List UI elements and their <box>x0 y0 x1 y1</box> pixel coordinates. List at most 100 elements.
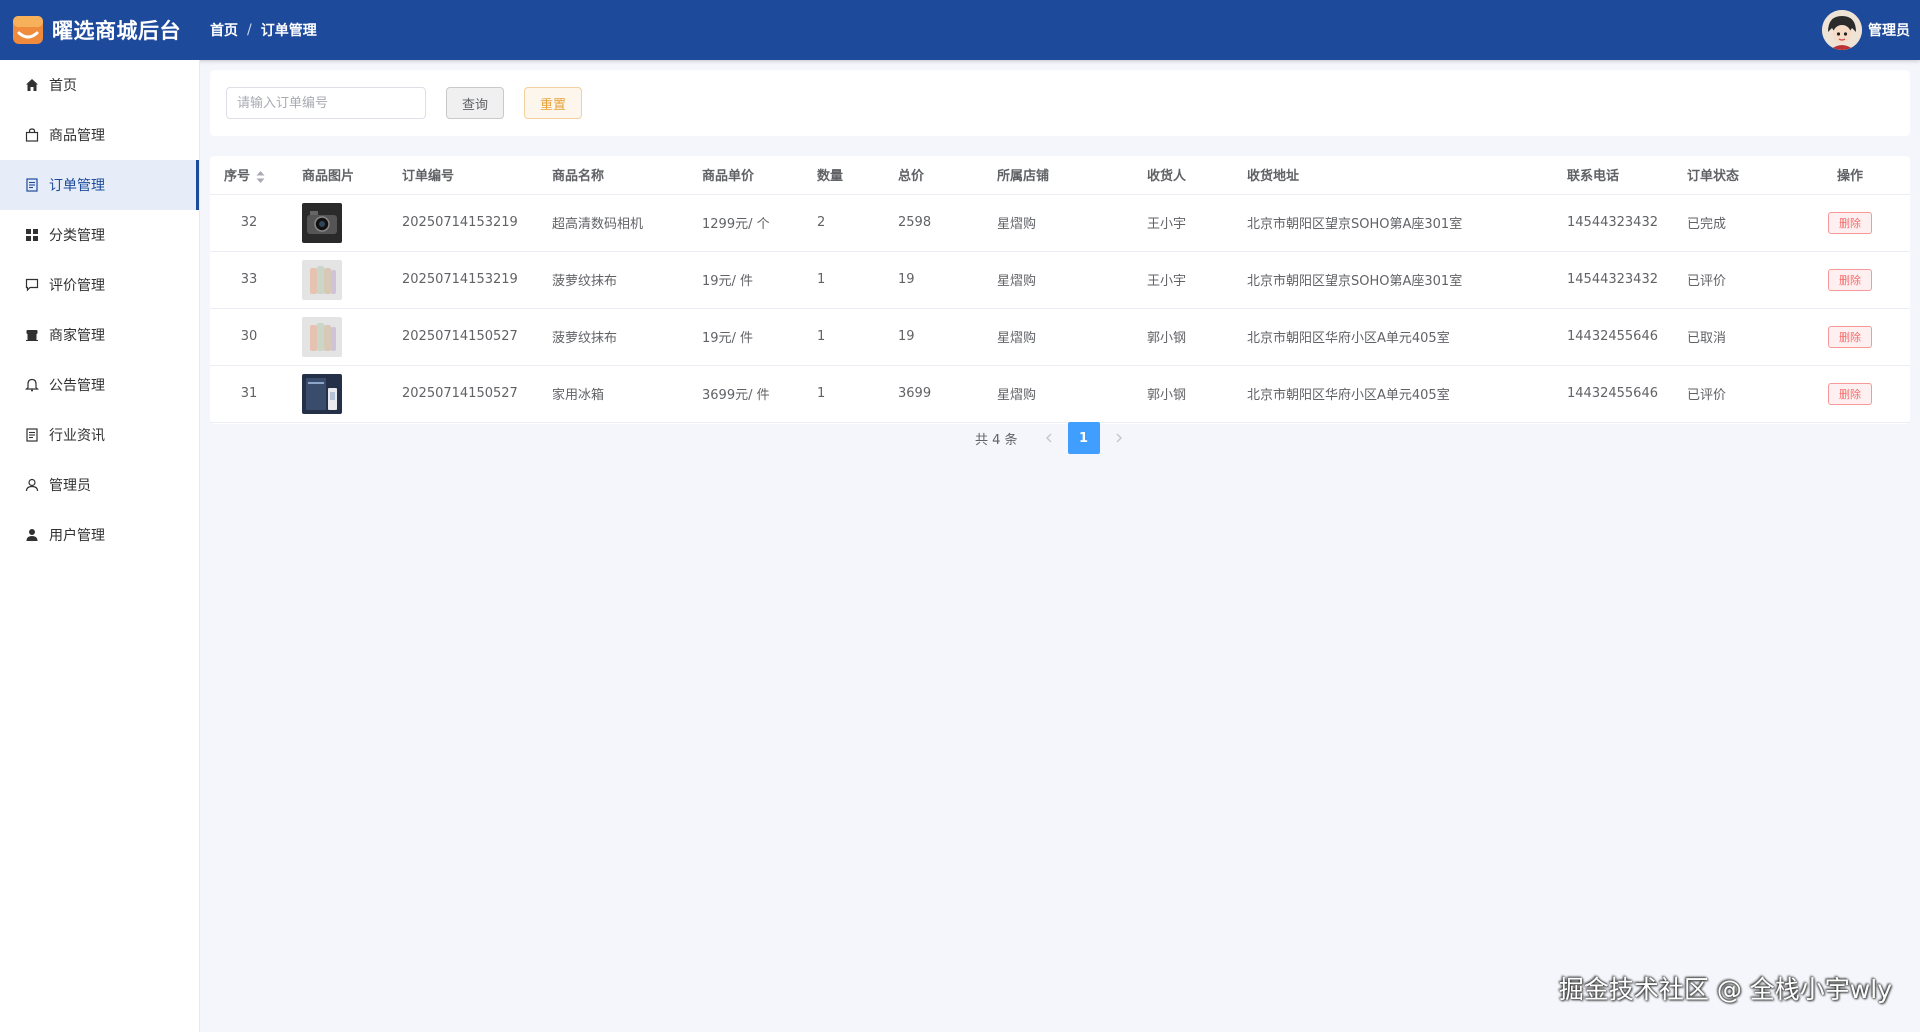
user-outline-icon <box>24 477 40 493</box>
sidebar-item-goods[interactable]: 商品管理 <box>0 110 199 160</box>
cell-status: 已取消 <box>1673 308 1790 366</box>
user-filled-icon <box>24 527 40 543</box>
cell-order-no: 20250714150527 <box>388 308 538 366</box>
column-header-action: 操作 <box>1790 156 1910 195</box>
cell-unit-price: 1299元/ 个 <box>688 194 803 252</box>
sidebar-item-orders[interactable]: 订单管理 <box>0 160 199 210</box>
cell-index: 33 <box>210 251 288 309</box>
cell-name: 菠萝纹抹布 <box>538 251 688 309</box>
cell-total: 19 <box>878 251 983 309</box>
watermark: 掘金技术社区 @ 全栈小宇wly <box>1558 975 1892 1004</box>
breadcrumb-separator: / <box>247 22 252 38</box>
cell-action: 删除 <box>1790 308 1910 366</box>
document-icon <box>24 427 40 443</box>
query-button[interactable]: 查询 <box>446 87 505 119</box>
next-page-chevron-right-icon[interactable] <box>1104 422 1134 454</box>
column-header-index[interactable]: 序号 <box>210 156 288 195</box>
grid-icon <box>24 227 40 243</box>
table-header-row: 序号 商品图片 订单编号 商品名称 商品单价 数量 总价 所属店铺 收货人 收货… <box>210 156 1910 195</box>
cell-total: 19 <box>878 308 983 366</box>
cell-image <box>288 308 388 366</box>
cell-receiver: 郭小钢 <box>1133 308 1233 366</box>
cell-order-no: 20250714150527 <box>388 365 538 423</box>
cell-receiver: 王小宇 <box>1133 194 1233 252</box>
sidebar-item-notices[interactable]: 公告管理 <box>0 360 199 410</box>
user-menu[interactable]: 管理员 <box>1822 0 1910 60</box>
cell-status: 已评价 <box>1673 365 1790 423</box>
cell-index: 30 <box>210 308 288 366</box>
cell-phone: 14544323432 <box>1553 194 1673 252</box>
table-row: 32 20250714153219 超高清数码相机 1299元/ 个 2 259… <box>210 194 1910 252</box>
sidebar-item-label: 行业资讯 <box>49 428 105 444</box>
fridge-thumbnail[interactable] <box>302 373 342 414</box>
column-header-address: 收货地址 <box>1233 156 1553 195</box>
camera-thumbnail[interactable] <box>302 202 342 243</box>
sidebar-item-categories[interactable]: 分类管理 <box>0 210 199 260</box>
shop-logo-icon <box>10 12 46 48</box>
user-name: 管理员 <box>1868 23 1910 39</box>
orders-table-card: 序号 商品图片 订单编号 商品名称 商品单价 数量 总价 所属店铺 收货人 收货… <box>210 156 1910 424</box>
cell-qty: 1 <box>803 308 878 366</box>
sidebar-item-label: 商品管理 <box>49 128 105 144</box>
cell-store: 星熠购 <box>983 365 1133 423</box>
towel-thumbnail[interactable] <box>302 259 342 300</box>
sidebar-item-news[interactable]: 行业资讯 <box>0 410 199 460</box>
delete-button[interactable]: 删除 <box>1828 211 1872 234</box>
page-number-button[interactable]: 1 <box>1067 422 1100 454</box>
sidebar-item-label: 管理员 <box>49 478 91 494</box>
order-number-search-input[interactable] <box>226 87 426 119</box>
shop-icon <box>24 327 40 343</box>
cell-store: 星熠购 <box>983 251 1133 309</box>
sidebar-item-admins[interactable]: 管理员 <box>0 460 199 510</box>
cell-name: 家用冰箱 <box>538 365 688 423</box>
sidebar-item-label: 评价管理 <box>49 278 105 294</box>
cell-action: 删除 <box>1790 365 1910 423</box>
sidebar-item-reviews[interactable]: 评价管理 <box>0 260 199 310</box>
cell-image <box>288 251 388 309</box>
cell-store: 星熠购 <box>983 308 1133 366</box>
cell-address: 北京市朝阳区华府小区A单元405室 <box>1233 365 1553 423</box>
sidebar-item-label: 商家管理 <box>49 328 105 344</box>
sidebar-item-users[interactable]: 用户管理 <box>0 510 199 560</box>
cell-order-no: 20250714153219 <box>388 251 538 309</box>
prev-page-chevron-left-icon[interactable] <box>1034 422 1064 454</box>
cell-unit-price: 19元/ 件 <box>688 308 803 366</box>
delete-button[interactable]: 删除 <box>1828 382 1872 405</box>
cell-action: 删除 <box>1790 251 1910 309</box>
bell-icon <box>24 377 40 393</box>
app-title: 曜选商城后台 <box>52 19 181 43</box>
sidebar-item-label: 公告管理 <box>49 378 105 394</box>
reset-button[interactable]: 重置 <box>524 87 583 119</box>
cell-index: 32 <box>210 194 288 252</box>
column-header-qty: 数量 <box>803 156 878 195</box>
delete-button[interactable]: 删除 <box>1828 325 1872 348</box>
cell-phone: 14432455646 <box>1553 365 1673 423</box>
towel-thumbnail[interactable] <box>302 316 342 357</box>
cell-receiver: 王小宇 <box>1133 251 1233 309</box>
orders-table: 序号 商品图片 订单编号 商品名称 商品单价 数量 总价 所属店铺 收货人 收货… <box>210 156 1910 423</box>
cell-store: 星熠购 <box>983 194 1133 252</box>
avatar[interactable] <box>1822 10 1862 50</box>
column-header-image: 商品图片 <box>288 156 388 195</box>
sort-icon[interactable] <box>256 170 265 183</box>
cell-status: 已评价 <box>1673 251 1790 309</box>
cell-unit-price: 3699元/ 件 <box>688 365 803 423</box>
breadcrumb-home[interactable]: 首页 <box>210 20 238 40</box>
cell-phone: 14544323432 <box>1553 251 1673 309</box>
sidebar-item-label: 首页 <box>49 78 77 94</box>
logo[interactable]: 曜选商城后台 <box>0 12 200 48</box>
sidebar-item-label: 分类管理 <box>49 228 105 244</box>
cell-qty: 1 <box>803 365 878 423</box>
cell-name: 超高清数码相机 <box>538 194 688 252</box>
column-header-total: 总价 <box>878 156 983 195</box>
column-header-store: 所属店铺 <box>983 156 1133 195</box>
column-header-unit-price: 商品单价 <box>688 156 803 195</box>
sidebar: 首页 商品管理 订单管理 分类管理 评价管理 商家管理 公告管理 行业资讯 管理… <box>0 60 200 1032</box>
column-header-phone: 联系电话 <box>1553 156 1673 195</box>
delete-button[interactable]: 删除 <box>1828 268 1872 291</box>
sidebar-item-merchants[interactable]: 商家管理 <box>0 310 199 360</box>
cell-address: 北京市朝阳区望京SOHO第A座301室 <box>1233 251 1553 309</box>
sidebar-item-home[interactable]: 首页 <box>0 60 199 110</box>
sidebar-item-label: 用户管理 <box>49 528 105 544</box>
column-header-label: 序号 <box>224 169 251 185</box>
